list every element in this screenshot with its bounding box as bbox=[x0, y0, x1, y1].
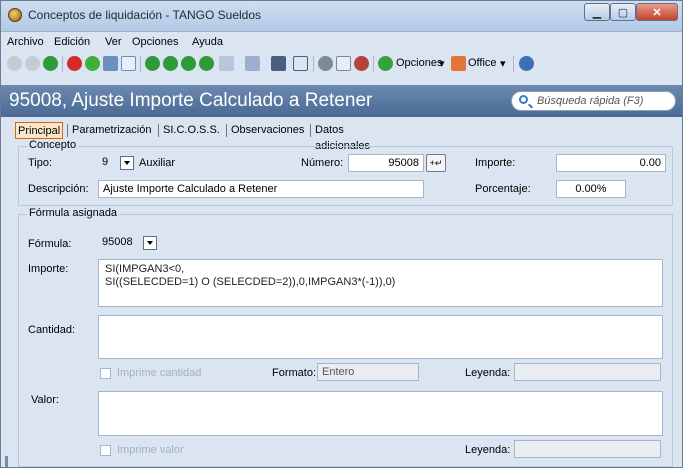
tipo-dropdown[interactable] bbox=[120, 156, 134, 170]
formula-dropdown[interactable] bbox=[143, 236, 157, 250]
valor-textarea[interactable] bbox=[98, 391, 663, 436]
descripcion-field[interactable]: Ajuste Importe Calculado a Retener bbox=[98, 180, 424, 198]
quick-search-input[interactable]: Búsqueda rápida (F3) bbox=[511, 91, 676, 111]
cantidad-label: Cantidad: bbox=[28, 324, 76, 336]
search-icon bbox=[519, 95, 528, 104]
gear-icon[interactable] bbox=[318, 56, 333, 71]
menu-archivo[interactable]: Archivo bbox=[7, 36, 44, 48]
edit-icon[interactable] bbox=[103, 56, 118, 71]
leyenda2-label: Leyenda: bbox=[465, 444, 511, 456]
copy-icon[interactable] bbox=[85, 56, 100, 71]
record-header: 95008, Ajuste Importe Calculado a Retene… bbox=[1, 85, 682, 117]
toolbar: Opciones ▾ Office ▾ bbox=[1, 53, 682, 75]
office-icon[interactable] bbox=[451, 56, 466, 71]
importe-field[interactable]: 0.00 bbox=[556, 154, 666, 172]
formula-group-label: Fórmula asignada bbox=[27, 207, 120, 219]
descripcion-label: Descripción: bbox=[28, 183, 89, 195]
tab-parametrizacion[interactable]: Parametrización bbox=[70, 122, 153, 139]
office-button[interactable]: Office bbox=[468, 57, 497, 69]
check-icon[interactable] bbox=[7, 56, 22, 71]
delete-icon[interactable] bbox=[67, 56, 82, 71]
formula-importe-line1: SI(IMPGAN3<0, bbox=[105, 263, 185, 275]
menu-bar: Archivo Edición Ver Opciones Ayuda bbox=[1, 35, 682, 51]
leyenda-label: Leyenda: bbox=[465, 367, 511, 379]
formato-field[interactable]: Entero bbox=[317, 363, 419, 381]
concepto-group-label: Concepto bbox=[27, 139, 79, 151]
tipo-text: Auxiliar bbox=[139, 157, 176, 169]
columns-icon[interactable] bbox=[271, 56, 286, 71]
tool-icon[interactable] bbox=[354, 56, 369, 71]
imprime-cantidad-checkbox[interactable] bbox=[100, 368, 111, 379]
menu-edicion[interactable]: Edición bbox=[54, 36, 90, 48]
filter-icon[interactable] bbox=[245, 56, 260, 71]
menu-opciones[interactable]: Opciones bbox=[132, 36, 178, 48]
menu-ver[interactable]: Ver bbox=[105, 36, 122, 48]
imprime-valor-checkbox[interactable] bbox=[100, 445, 111, 456]
window-title: Conceptos de liquidación - TANGO Sueldos bbox=[28, 8, 262, 22]
valor-label: Valor: bbox=[31, 394, 59, 406]
options-icon[interactable] bbox=[378, 56, 393, 71]
document-icon[interactable] bbox=[121, 56, 136, 71]
formula-importe-line2: SI((SELECDED=1) O (SELECDED=2)),0,IMPGAN… bbox=[105, 276, 396, 288]
sort-icon[interactable] bbox=[293, 56, 308, 71]
tipo-field[interactable]: 9 bbox=[98, 154, 118, 172]
last-record-icon[interactable] bbox=[199, 56, 214, 71]
tipo-label: Tipo: bbox=[28, 157, 53, 169]
leyenda2-field[interactable] bbox=[514, 440, 661, 458]
minimize-button[interactable]: ▁ bbox=[584, 3, 610, 21]
tab-observaciones[interactable]: Observaciones bbox=[229, 122, 306, 139]
formato-label: Formato: bbox=[272, 367, 317, 379]
preview-icon[interactable] bbox=[336, 56, 351, 71]
opciones-button[interactable]: Opciones bbox=[396, 57, 442, 69]
porcentaje-field[interactable]: 0.00% bbox=[556, 180, 626, 198]
imprime-valor-label: Imprime valor bbox=[117, 444, 184, 456]
page-title: 95008, Ajuste Importe Calculado a Retene… bbox=[9, 90, 373, 111]
formula-importe-textarea[interactable]: SI(IMPGAN3<0, SI((SELECDED=1) O (SELECDE… bbox=[98, 259, 663, 307]
cantidad-textarea[interactable] bbox=[98, 315, 663, 359]
numero-field[interactable]: 95008 bbox=[348, 154, 424, 172]
help-icon[interactable] bbox=[519, 56, 534, 71]
formula-importe-label: Importe: bbox=[28, 263, 69, 275]
add-icon[interactable] bbox=[43, 56, 58, 71]
formula-field[interactable]: 95008 bbox=[98, 234, 138, 252]
maximize-button[interactable]: ▢ bbox=[610, 3, 636, 21]
first-record-icon[interactable] bbox=[145, 56, 160, 71]
close-button[interactable]: ✕ bbox=[636, 3, 678, 21]
binoculars-icon[interactable] bbox=[219, 56, 234, 71]
resize-edge bbox=[5, 456, 8, 467]
formula-label: Fórmula: bbox=[28, 238, 72, 250]
tab-principal[interactable]: Principal bbox=[15, 122, 64, 139]
next-record-icon[interactable] bbox=[181, 56, 196, 71]
porcentaje-label: Porcentaje: bbox=[475, 183, 531, 195]
cancel-icon[interactable] bbox=[25, 56, 40, 71]
previous-record-icon[interactable] bbox=[163, 56, 178, 71]
search-placeholder: Búsqueda rápida (F3) bbox=[537, 95, 644, 107]
leyenda-field[interactable] bbox=[514, 363, 661, 381]
menu-ayuda[interactable]: Ayuda bbox=[192, 36, 223, 48]
tab-datos-adicionales[interactable]: Datos adicionales bbox=[313, 122, 372, 152]
numero-label: Número: bbox=[301, 157, 344, 169]
importe-label: Importe: bbox=[475, 157, 516, 169]
imprime-cantidad-label: Imprime cantidad bbox=[117, 367, 202, 379]
title-bar[interactable]: Conceptos de liquidación - TANGO Sueldos… bbox=[1, 1, 682, 32]
app-icon bbox=[8, 8, 22, 22]
tab-sicoss[interactable]: SI.C.O.S.S. bbox=[161, 122, 222, 139]
main-window: Conceptos de liquidación - TANGO Sueldos… bbox=[0, 0, 683, 468]
renumber-button[interactable]: +↵ bbox=[426, 154, 446, 172]
